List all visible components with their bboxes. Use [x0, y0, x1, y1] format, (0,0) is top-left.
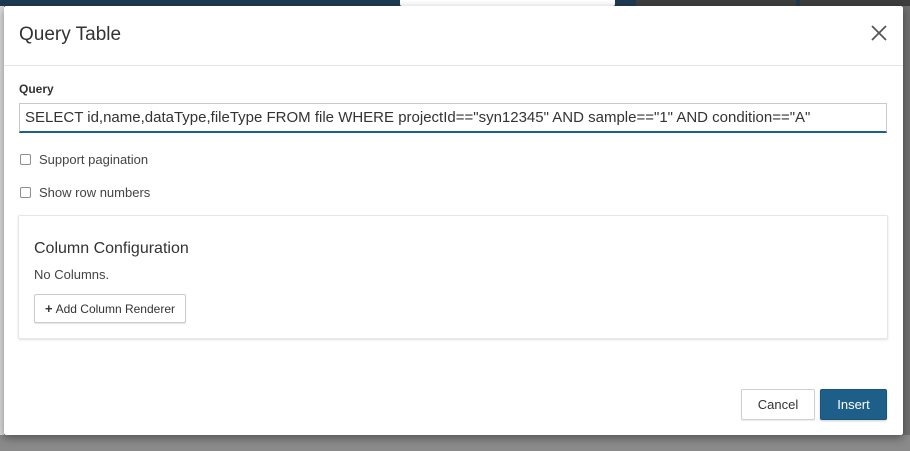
no-columns-text: No Columns. — [34, 267, 110, 282]
support-pagination-option[interactable]: Support pagination — [20, 151, 148, 167]
add-column-renderer-button[interactable]: + Add Column Renderer — [34, 294, 186, 323]
query-input[interactable] — [19, 103, 887, 133]
show-row-numbers-option[interactable]: Show row numbers — [20, 184, 150, 200]
query-table-dialog: Query Table Query Support pagination Sho… — [4, 6, 903, 435]
show-row-numbers-checkbox[interactable] — [20, 186, 31, 198]
show-row-numbers-label: Show row numbers — [39, 184, 151, 200]
cancel-button[interactable]: Cancel — [741, 389, 815, 420]
add-column-renderer-label: Add Column Renderer — [55, 301, 175, 316]
query-label: Query — [19, 82, 54, 96]
support-pagination-checkbox[interactable] — [20, 153, 31, 165]
column-configuration-panel: Column Configuration No Columns. + Add C… — [18, 215, 888, 339]
background-right-edge — [903, 6, 910, 451]
column-configuration-title: Column Configuration — [34, 240, 189, 257]
support-pagination-label: Support pagination — [39, 151, 149, 167]
dialog-header: Query Table — [4, 6, 903, 66]
close-icon — [871, 25, 887, 41]
dialog-title: Query Table — [19, 24, 122, 45]
insert-button[interactable]: Insert — [820, 389, 887, 420]
background-bottom-edge — [0, 435, 910, 451]
close-button[interactable] — [869, 23, 889, 43]
plus-icon: + — [45, 301, 53, 316]
